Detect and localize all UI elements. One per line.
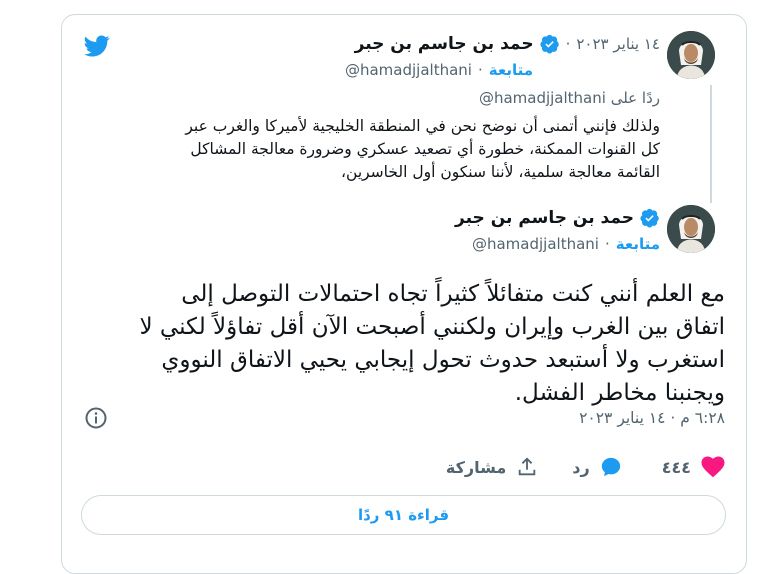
- follow-button[interactable]: متابعة: [489, 61, 533, 79]
- thread-line: [710, 85, 712, 203]
- like-count: ٤٤٤: [661, 457, 691, 477]
- follow-button[interactable]: متابعة: [616, 235, 660, 253]
- quoted-header-line1: حمد بن جاسم بن جبر · ١٤ يناير ٢٠٢٣: [354, 34, 660, 54]
- tweet-date[interactable]: ١٤ يناير ٢٠٢٣: [576, 35, 660, 53]
- main-text-line: اتفاق بين الغرب وإيران ولكنني أصبحت الآن…: [139, 314, 725, 340]
- avatar[interactable]: [667, 31, 715, 79]
- reply-prefix: ردًا على: [610, 89, 660, 107]
- author-handle[interactable]: @hamadjjalthani: [472, 235, 599, 253]
- read-replies-label: قراءة ٩١ ردًا: [357, 506, 450, 524]
- twitter-bird-icon[interactable]: [82, 33, 112, 59]
- like-action[interactable]: ٤٤٤: [662, 456, 725, 478]
- avatar-image: [667, 31, 715, 79]
- reply-icon[interactable]: [600, 456, 622, 478]
- reply-to-handle[interactable]: @hamadjjalthani: [479, 89, 606, 107]
- info-icon[interactable]: [84, 406, 108, 430]
- actions-bar: ٤٤٤ رد مشاركة: [446, 456, 725, 478]
- reply-context: ردًا على @hamadjjalthani: [479, 89, 660, 107]
- main-header-line1: حمد بن جاسم بن جبر: [455, 208, 660, 228]
- reply-action[interactable]: رد: [572, 456, 621, 478]
- author-handle[interactable]: @hamadjjalthani: [345, 61, 472, 79]
- verified-badge-icon: [640, 208, 659, 228]
- main-tweet-text: مع العلم أنني كنت متفائلاً كثيراً تجاه ا…: [65, 278, 725, 410]
- quoted-text-line: القائمة معالجة سلمية، لأننا سنكون أول ال…: [341, 163, 660, 181]
- quoted-text-line: ولذلك فإنني أتمنى أن نوضح نحن في المنطقة…: [185, 117, 660, 135]
- share-label: مشاركة: [445, 457, 507, 477]
- author-name[interactable]: حمد بن جاسم بن جبر: [455, 208, 634, 228]
- heart-icon[interactable]: [701, 456, 725, 478]
- quoted-text-line: كل القنوات الممكنة، خطورة أي تصعيد عسكري…: [190, 140, 660, 158]
- share-action[interactable]: مشاركة: [446, 456, 538, 478]
- quoted-header-line2: @hamadjjalthani · متابعة: [344, 61, 533, 79]
- main-text-line: مع العلم أنني كنت متفائلاً كثيراً تجاه ا…: [181, 281, 725, 307]
- reply-label: رد: [572, 457, 590, 477]
- tweet-timestamp[interactable]: ٦:٢٨ م · ١٤ يناير ٢٠٢٣: [579, 409, 725, 427]
- read-replies-button[interactable]: قراءة ٩١ ردًا: [81, 495, 726, 535]
- verified-badge-icon: [540, 34, 559, 54]
- author-name[interactable]: حمد بن جاسم بن جبر: [355, 34, 534, 54]
- avatar-image: [667, 205, 715, 253]
- quoted-tweet-text: ولذلك فإنني أتمنى أن نوضح نحن في المنطقة…: [100, 115, 660, 184]
- main-text-line: استغرب ولا أستبعد حدوث تحول إيجابي يحيي …: [161, 347, 725, 373]
- main-header-line2: @hamadjjalthani · متابعة: [471, 235, 660, 253]
- share-icon[interactable]: [516, 456, 538, 478]
- avatar[interactable]: [667, 205, 715, 253]
- main-text-line: ويجنبنا مخاطر الفشل.: [514, 380, 725, 406]
